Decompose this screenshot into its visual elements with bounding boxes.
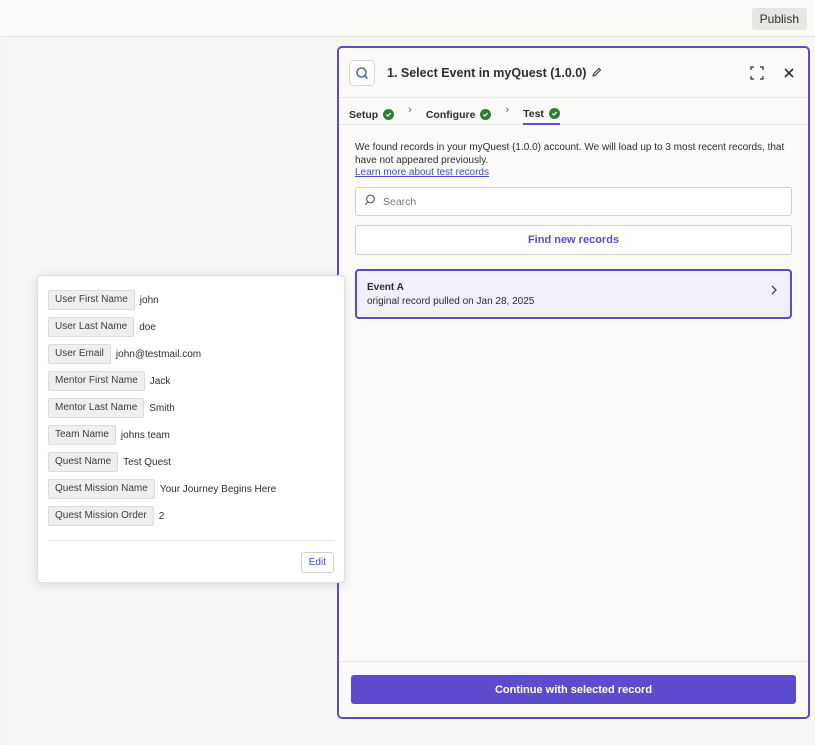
continue-button[interactable]: Continue with selected record xyxy=(351,675,796,704)
tab-label: Setup xyxy=(349,108,379,121)
check-circle-icon xyxy=(383,109,395,120)
close-icon[interactable] xyxy=(780,64,798,82)
panel-footer: Continue with selected record xyxy=(339,661,808,717)
field-value: Test Quest xyxy=(123,456,171,468)
field-value: Jack xyxy=(149,375,171,387)
field-key: Mentor Last Name xyxy=(48,398,145,418)
record-preview-popover: User First Name john User Last Name doe Us… xyxy=(37,275,345,583)
field-row: Mentor Last Name Smith xyxy=(48,398,276,418)
chevron-right-icon: › xyxy=(408,104,412,116)
tab-configure[interactable]: Configure xyxy=(426,98,492,125)
chevron-right-icon: › xyxy=(505,104,510,116)
field-row: User Last Name doe xyxy=(48,317,276,337)
field-row: Quest Mission Name Your Journey Begins He… xyxy=(48,479,276,499)
field-value: doe xyxy=(139,321,156,333)
field-key: Team Name xyxy=(48,425,116,445)
record-card[interactable]: Event A original record pulled on Jan 28… xyxy=(355,269,792,319)
pencil-icon[interactable] xyxy=(591,67,602,78)
field-row: Quest Name Test Quest xyxy=(48,452,276,472)
panel-header: 1. Select Event in myQuest (1.0.0) xyxy=(339,48,808,98)
field-value: Smith xyxy=(149,402,175,414)
find-new-records-button[interactable]: Find new records xyxy=(355,225,792,255)
app-icon xyxy=(349,59,375,86)
field-key: User Last Name xyxy=(48,317,135,337)
search-icon xyxy=(364,194,376,209)
field-row: Mentor First Name Jack xyxy=(48,371,276,391)
tab-label: Test xyxy=(523,107,544,120)
field-key: Quest Mission Order xyxy=(48,506,154,526)
field-key: User Email xyxy=(48,344,111,364)
field-value: john xyxy=(139,294,159,306)
chevron-right-icon xyxy=(770,284,778,299)
expand-icon[interactable] xyxy=(748,64,766,82)
panel-body: We found records in your myQuest (1.0.0)… xyxy=(339,125,808,319)
publish-button[interactable]: Publish xyxy=(751,8,807,30)
field-value: 2 xyxy=(158,510,165,522)
field-row: User First Name john xyxy=(48,290,276,310)
description-text: We found records in your myQuest (1.0.0)… xyxy=(355,142,785,166)
step-tabs: Setup › Configure › Test xyxy=(339,98,808,125)
top-bar: Publish xyxy=(0,0,815,37)
tab-test[interactable]: Test xyxy=(523,98,560,125)
field-value: johns team xyxy=(120,429,170,441)
edit-button[interactable]: Edit xyxy=(300,552,334,573)
record-subtitle: original record pulled on Jan 28, 2025 xyxy=(367,295,535,307)
field-row: Quest Mission Order 2 xyxy=(48,506,276,526)
field-list: User First Name john User Last Name doe Us… xyxy=(48,290,276,533)
record-title: Event A xyxy=(367,281,404,293)
tab-setup[interactable]: Setup xyxy=(349,98,395,125)
field-key: Mentor First Name xyxy=(48,371,145,391)
field-key: User First Name xyxy=(48,290,135,310)
field-row: Team Name johns team xyxy=(48,425,276,445)
field-key: Quest Name xyxy=(48,452,119,472)
search-field[interactable] xyxy=(355,187,792,216)
panel-title: 1. Select Event in myQuest (1.0.0) xyxy=(387,65,587,80)
divider xyxy=(48,540,334,541)
field-key: Quest Mission Name xyxy=(48,479,155,499)
search-input[interactable] xyxy=(383,195,783,208)
field-row: User Email john@testmail.com xyxy=(48,344,276,364)
learn-more-link[interactable]: Learn more about test records xyxy=(355,167,792,179)
field-value: Your Journey Begins Here xyxy=(159,483,277,495)
step-panel: 1. Select Event in myQuest (1.0.0) Setup… xyxy=(337,46,810,719)
check-circle-icon xyxy=(480,109,492,120)
check-circle-icon xyxy=(548,108,560,119)
tab-label: Configure xyxy=(425,108,476,121)
field-value: john@testmail.com xyxy=(115,348,202,360)
